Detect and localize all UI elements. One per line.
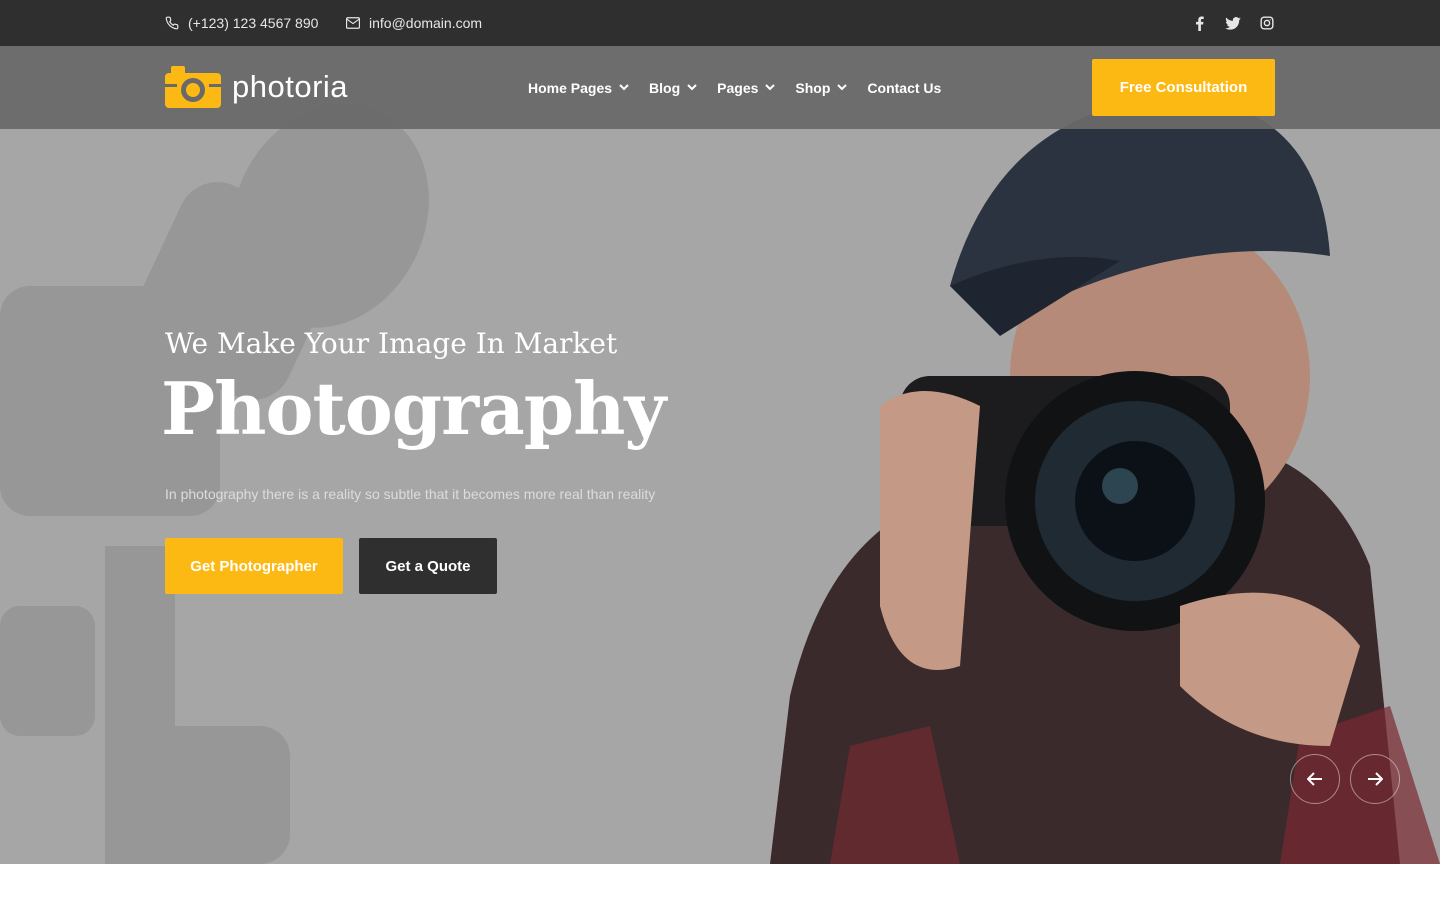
phone-icon [165, 16, 179, 30]
instagram-icon[interactable] [1259, 15, 1275, 31]
chevron-down-icon [765, 84, 776, 91]
slider-prev-button[interactable] [1290, 754, 1340, 804]
hero-description: In photography there is a reality so sub… [165, 486, 656, 502]
envelope-icon [346, 17, 360, 29]
hero-background-photo [0, 96, 1440, 864]
nav-label: Blog [649, 79, 681, 96]
chevron-down-icon [687, 84, 697, 91]
free-consultation-button[interactable]: Free Consultation [1092, 59, 1275, 116]
email-address: info@domain.com [369, 15, 483, 31]
facebook-icon[interactable] [1191, 15, 1207, 31]
slider-next-button[interactable] [1350, 754, 1400, 804]
nav-label: Shop [795, 79, 831, 96]
nav-item-shop[interactable]: Shop [795, 79, 848, 96]
hero-section: photoria Home Pages Blog Pages Shop Cont… [0, 46, 1440, 864]
get-photographer-button[interactable]: Get Photographer [165, 538, 343, 594]
phone-number: (+123) 123 4567 890 [188, 15, 319, 31]
nav-item-contact-us[interactable]: Contact Us [867, 80, 941, 96]
email-contact[interactable]: info@domain.com [346, 0, 482, 46]
brand-name: photoria [232, 69, 349, 104]
nav-label: Home Pages [528, 79, 613, 96]
nav-item-home-pages[interactable]: Home Pages [528, 80, 629, 96]
arrow-right-icon [1368, 772, 1383, 786]
hero-subtitle: We Make Your Image In Market [165, 327, 618, 360]
twitter-icon[interactable] [1225, 15, 1241, 31]
camera-logo-icon [165, 66, 221, 108]
arrow-left-icon [1307, 772, 1322, 786]
nav-item-blog[interactable]: Blog [649, 80, 697, 96]
chevron-down-icon [837, 84, 848, 91]
nav-item-pages[interactable]: Pages [717, 79, 776, 96]
get-quote-button[interactable]: Get a Quote [359, 538, 497, 594]
phone-contact[interactable]: (+123) 123 4567 890 [165, 0, 318, 46]
nav-label: Contact Us [867, 79, 942, 96]
chevron-down-icon [619, 84, 629, 91]
top-bar: (+123) 123 4567 890 info@domain.com [0, 0, 1440, 46]
main-nav: Home Pages Blog Pages Shop Contact Us [528, 46, 961, 129]
social-links [1191, 0, 1275, 46]
brand-logo[interactable]: photoria [165, 66, 348, 108]
nav-label: Pages [717, 79, 759, 96]
main-header: photoria Home Pages Blog Pages Shop Cont… [0, 46, 1440, 129]
hero-title: Photography [161, 366, 666, 451]
